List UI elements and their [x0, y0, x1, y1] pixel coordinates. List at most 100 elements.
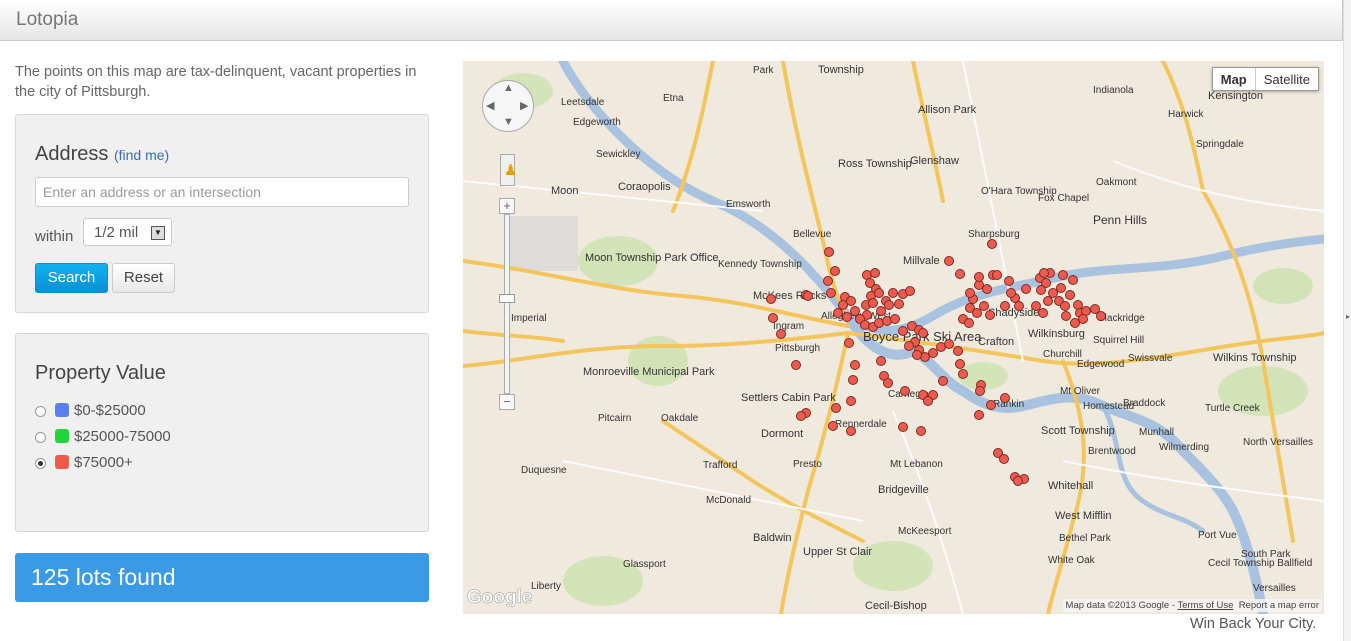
- property-marker[interactable]: [958, 369, 968, 379]
- pan-up-icon[interactable]: ▲: [503, 82, 514, 94]
- map-type-map-button[interactable]: Map: [1213, 68, 1256, 90]
- pan-control[interactable]: ▲ ▼ ◀ ▶: [482, 80, 534, 132]
- property-marker[interactable]: [918, 328, 928, 338]
- property-marker[interactable]: [964, 318, 974, 328]
- property-marker[interactable]: [1043, 296, 1053, 306]
- property-marker[interactable]: [1014, 301, 1024, 311]
- property-marker[interactable]: [953, 346, 963, 356]
- property-marker[interactable]: [944, 339, 954, 349]
- property-marker[interactable]: [965, 288, 975, 298]
- find-me-link[interactable]: find me: [119, 147, 165, 163]
- property-marker[interactable]: [928, 348, 938, 358]
- property-marker[interactable]: [803, 291, 813, 301]
- property-marker[interactable]: [850, 306, 860, 316]
- chevron-down-icon[interactable]: ▼: [151, 226, 165, 240]
- property-marker[interactable]: [1065, 290, 1075, 300]
- map-view[interactable]: Park Township Etna Allison Park Indianola Ken…: [463, 61, 1324, 614]
- property-marker[interactable]: [844, 338, 854, 348]
- property-marker[interactable]: [1058, 270, 1068, 280]
- property-marker[interactable]: [955, 359, 965, 369]
- property-marker[interactable]: [846, 396, 856, 406]
- map-type-satellite-button[interactable]: Satellite: [1256, 68, 1318, 90]
- zoom-out-button[interactable]: −: [499, 394, 515, 410]
- radio-button[interactable]: [35, 406, 46, 417]
- property-marker[interactable]: [1060, 301, 1070, 311]
- pegman-icon[interactable]: ♟: [500, 154, 517, 186]
- property-marker[interactable]: [1000, 393, 1010, 403]
- property-marker[interactable]: [923, 396, 933, 406]
- property-marker[interactable]: [898, 422, 908, 432]
- property-marker[interactable]: [846, 426, 856, 436]
- zoom-slider-thumb[interactable]: [499, 294, 515, 303]
- property-marker[interactable]: [876, 306, 886, 316]
- property-marker[interactable]: [1039, 268, 1049, 278]
- property-marker[interactable]: [938, 376, 948, 386]
- property-marker[interactable]: [776, 329, 786, 339]
- report-map-error-link[interactable]: Report a map error: [1239, 600, 1319, 611]
- property-marker[interactable]: [874, 288, 884, 298]
- property-marker[interactable]: [1006, 288, 1016, 298]
- property-marker[interactable]: [796, 411, 806, 421]
- property-marker[interactable]: [974, 272, 984, 282]
- pan-right-icon[interactable]: ▶: [520, 99, 528, 112]
- property-marker[interactable]: [1000, 301, 1010, 311]
- radio-button[interactable]: [35, 432, 46, 443]
- property-marker[interactable]: [985, 310, 995, 320]
- property-marker[interactable]: [1036, 285, 1046, 295]
- property-marker[interactable]: [1031, 301, 1041, 311]
- property-marker[interactable]: [791, 360, 801, 370]
- property-marker[interactable]: [1061, 311, 1071, 321]
- scroll-right-arrow-icon[interactable]: ▸: [1346, 312, 1350, 321]
- property-marker[interactable]: [1038, 308, 1048, 318]
- property-marker[interactable]: [974, 410, 984, 420]
- property-marker[interactable]: [830, 266, 840, 276]
- property-marker[interactable]: [955, 269, 965, 279]
- property-marker[interactable]: [876, 356, 886, 366]
- property-marker[interactable]: [944, 256, 954, 266]
- property-marker[interactable]: [850, 360, 860, 370]
- property-marker[interactable]: [905, 286, 915, 296]
- property-marker[interactable]: [1068, 275, 1078, 285]
- property-marker[interactable]: [824, 247, 834, 257]
- terms-of-use-link[interactable]: Terms of Use: [1177, 600, 1233, 611]
- pan-down-icon[interactable]: ▼: [503, 116, 514, 128]
- property-marker[interactable]: [888, 288, 898, 298]
- property-marker[interactable]: [916, 426, 926, 436]
- property-marker[interactable]: [1096, 311, 1106, 321]
- property-marker[interactable]: [979, 301, 989, 311]
- property-marker[interactable]: [904, 341, 914, 351]
- app-title[interactable]: Lotopia: [16, 9, 78, 31]
- zoom-slider-track[interactable]: [504, 214, 510, 394]
- reset-button[interactable]: Reset: [112, 263, 175, 293]
- property-marker[interactable]: [884, 300, 894, 310]
- property-marker[interactable]: [1070, 318, 1080, 328]
- property-marker[interactable]: [768, 313, 778, 323]
- property-marker[interactable]: [848, 375, 858, 385]
- radio-button-checked[interactable]: [35, 458, 46, 469]
- property-marker[interactable]: [894, 299, 904, 309]
- property-marker[interactable]: [972, 308, 982, 318]
- property-marker[interactable]: [870, 268, 880, 278]
- property-marker[interactable]: [831, 403, 841, 413]
- property-marker[interactable]: [1056, 283, 1066, 293]
- property-marker[interactable]: [986, 400, 996, 410]
- property-marker[interactable]: [766, 294, 776, 304]
- property-marker[interactable]: [900, 386, 910, 396]
- search-button[interactable]: Search: [35, 263, 108, 293]
- property-marker[interactable]: [833, 308, 843, 318]
- pan-left-icon[interactable]: ◀: [486, 99, 494, 112]
- property-marker[interactable]: [883, 378, 893, 388]
- property-marker[interactable]: [975, 386, 985, 396]
- address-input[interactable]: [35, 177, 409, 207]
- property-marker[interactable]: [999, 454, 1009, 464]
- property-marker[interactable]: [890, 314, 900, 324]
- property-marker[interactable]: [1004, 276, 1014, 286]
- property-marker[interactable]: [982, 284, 992, 294]
- property-marker[interactable]: [868, 298, 878, 308]
- property-marker[interactable]: [828, 421, 838, 431]
- property-marker[interactable]: [1021, 284, 1031, 294]
- property-marker[interactable]: [912, 350, 922, 360]
- zoom-in-button[interactable]: +: [499, 198, 515, 214]
- property-marker[interactable]: [898, 326, 908, 336]
- property-marker[interactable]: [992, 270, 1002, 280]
